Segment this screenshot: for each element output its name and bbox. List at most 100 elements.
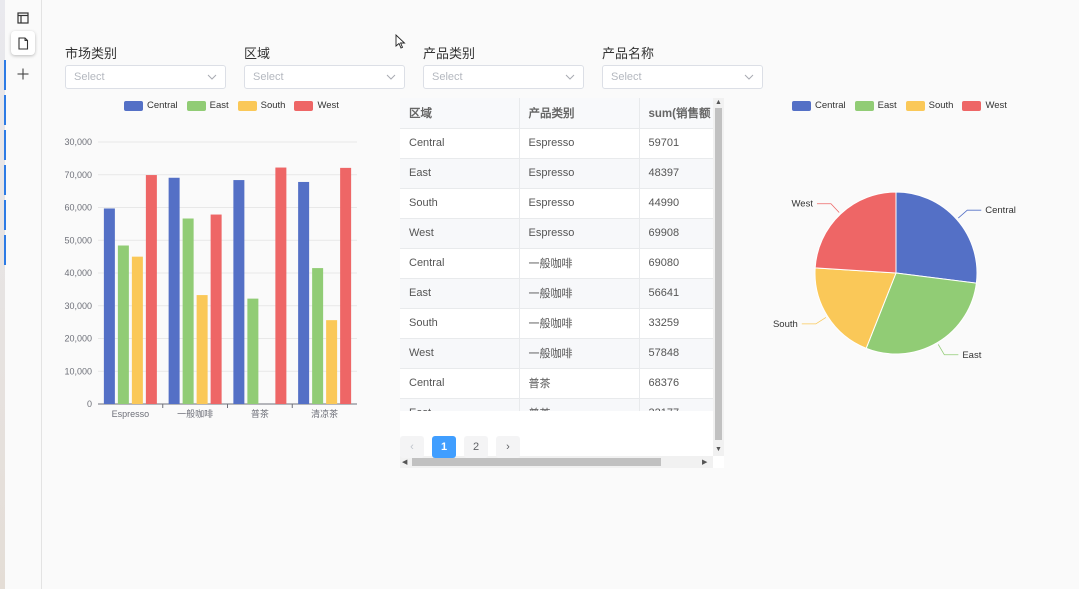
dashboard-app: 市场类别 Select 区域 Select 产品类别 Select 产品名称 S…	[0, 0, 1079, 589]
pie-label-line	[816, 203, 840, 213]
table-row[interactable]: East Espresso 48397	[400, 158, 713, 189]
x-tick-label: 普茶	[251, 408, 269, 419]
bar-central[interactable]	[233, 180, 245, 404]
y-tick-label: 70,000	[64, 170, 92, 180]
select-placeholder: Select	[253, 71, 284, 83]
page-2-button[interactable]: 2	[464, 436, 488, 458]
cell-sales-sum: 56641	[639, 278, 713, 309]
column-header-product-category[interactable]: 产品类别	[519, 98, 640, 129]
bar-chart: 0 10,000 20,000 30,000 40,000 50,000 60,000 70,…	[64, 137, 357, 419]
panel-icon[interactable]	[11, 6, 35, 30]
add-icon[interactable]	[11, 62, 35, 86]
region-select[interactable]: Select	[244, 65, 405, 89]
filter-region: 区域 Select	[244, 43, 405, 89]
column-header-sales-sum[interactable]: sum(销售额	[639, 98, 713, 129]
scroll-right-arrow-icon[interactable]: ▶	[702, 458, 707, 466]
legend-label: West	[985, 100, 1007, 111]
rail-section-markers	[4, 60, 6, 265]
legend-item-west[interactable]: West	[962, 100, 1007, 111]
table-row[interactable]: West Espresso 69908	[400, 218, 713, 249]
pie-slice-label: East	[962, 350, 981, 361]
table-viewport: 区域 产品类别 sum(销售额 Central Espresso 59701 East…	[400, 98, 713, 411]
table-row[interactable]: Central 一般咖啡 69080	[400, 248, 713, 279]
market-category-select[interactable]: Select	[65, 65, 226, 89]
bar-central[interactable]	[103, 208, 115, 404]
select-placeholder: Select	[611, 71, 642, 83]
pie-slice-label: Central	[985, 205, 1016, 216]
bar-east[interactable]	[247, 298, 259, 404]
bar-south[interactable]	[326, 320, 338, 404]
chevron-down-icon	[386, 74, 396, 80]
scrollbar-thumb[interactable]	[412, 458, 661, 466]
scroll-up-arrow-icon[interactable]: ▲	[715, 99, 722, 106]
bar-east[interactable]	[182, 218, 194, 404]
cell-region: West	[400, 218, 520, 249]
column-header-region[interactable]: 区域	[400, 98, 520, 129]
pie-chart: Central East South West	[773, 191, 1016, 361]
table-row[interactable]: West 一般咖啡 57848	[400, 338, 713, 369]
pie-slice-central[interactable]	[895, 191, 978, 284]
cell-product-category: Espresso	[519, 128, 640, 159]
bar-south[interactable]	[131, 256, 143, 404]
prev-page-button[interactable]: ‹	[400, 436, 424, 458]
filter-product-category: 产品类别 Select	[423, 43, 584, 89]
y-tick-label: 30,000	[64, 301, 92, 311]
table-vertical-scrollbar[interactable]: ▲ ▼	[713, 98, 724, 456]
data-table: 区域 产品类别 sum(销售额 Central Espresso 59701 East…	[400, 98, 713, 411]
table-row[interactable]: Central 普茶 68376	[400, 368, 713, 399]
scroll-down-arrow-icon[interactable]: ▼	[715, 446, 722, 453]
legend-swatch	[905, 100, 925, 111]
y-tick-label: 40,000	[64, 268, 92, 278]
table-row[interactable]: South Espresso 44990	[400, 188, 713, 219]
chevron-down-icon	[744, 74, 754, 80]
y-tick-label: 10,000	[64, 366, 92, 376]
legend-item-east[interactable]: East	[854, 100, 897, 111]
legend-item-central[interactable]: Central	[792, 100, 846, 111]
next-page-button[interactable]: ›	[496, 436, 520, 458]
cell-region: East	[400, 158, 520, 189]
page-1-button[interactable]: 1	[432, 436, 456, 458]
x-tick-label: Espresso	[112, 409, 150, 419]
y-tick-label: 50,000	[64, 235, 92, 245]
legend-label: East	[877, 100, 897, 111]
bar-central[interactable]	[298, 181, 310, 404]
bar-west[interactable]	[275, 167, 287, 404]
left-rail	[0, 0, 42, 589]
x-tick-label: 清凉茶	[311, 408, 338, 419]
cell-sales-sum: 44990	[639, 188, 713, 219]
page-icon[interactable]	[11, 31, 35, 55]
legend-swatch	[792, 100, 811, 111]
bar-west[interactable]	[210, 214, 222, 404]
bar-east[interactable]	[312, 268, 324, 404]
filter-label: 产品名称	[602, 46, 655, 61]
filter-label: 产品类别	[423, 46, 476, 61]
scroll-left-arrow-icon[interactable]: ◀	[402, 458, 407, 466]
cell-sales-sum: 33259	[639, 308, 713, 339]
bar-west[interactable]	[145, 175, 157, 404]
bar-west[interactable]	[340, 167, 352, 404]
pie-slice-west[interactable]	[814, 191, 897, 274]
product-name-select[interactable]: Select	[602, 65, 763, 89]
table-row[interactable]: South 一般咖啡 33259	[400, 308, 713, 339]
cell-sales-sum: 69908	[639, 218, 713, 249]
product-category-select[interactable]: Select	[423, 65, 584, 89]
bar-south[interactable]	[196, 295, 208, 404]
select-placeholder: Select	[432, 71, 463, 83]
y-tick-label: 20,000	[64, 334, 92, 344]
chevron-down-icon	[565, 74, 575, 80]
y-tick-label: 30,000	[64, 137, 92, 147]
bar-central[interactable]	[168, 177, 180, 404]
cell-region: Central	[400, 128, 520, 159]
bar-east[interactable]	[117, 245, 129, 404]
cell-sales-sum: 59701	[639, 128, 713, 159]
cell-region: Central	[400, 368, 520, 399]
table-row[interactable]: Central Espresso 59701	[400, 128, 713, 159]
legend-item-south[interactable]: South	[905, 100, 953, 111]
legend-swatch	[962, 100, 982, 111]
cell-sales-sum: 48397	[639, 158, 713, 189]
cell-product-category: 一般咖啡	[519, 338, 640, 369]
table-row[interactable]: East 一般咖啡 56641	[400, 278, 713, 309]
scrollbar-thumb[interactable]	[715, 108, 722, 440]
chevron-down-icon	[207, 74, 217, 80]
table-row[interactable]: East普茶32177	[400, 398, 713, 411]
